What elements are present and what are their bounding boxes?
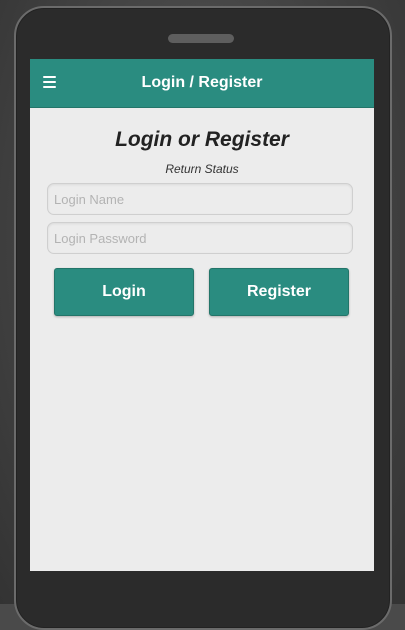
register-button[interactable]: Register bbox=[209, 268, 349, 316]
menu-icon[interactable] bbox=[43, 76, 58, 88]
phone-frame: Login / Register Login or Register Retur… bbox=[14, 6, 392, 630]
app-header: Login / Register bbox=[30, 59, 374, 108]
login-name-input[interactable] bbox=[47, 183, 353, 215]
login-button[interactable]: Login bbox=[54, 268, 194, 316]
phone-speaker bbox=[168, 34, 234, 43]
login-password-input[interactable] bbox=[47, 222, 353, 254]
phone-screen: Login / Register Login or Register Retur… bbox=[30, 59, 374, 571]
page-title: Login or Register bbox=[115, 128, 289, 151]
return-status: Return Status bbox=[165, 162, 239, 176]
header-title: Login / Register bbox=[141, 74, 263, 91]
